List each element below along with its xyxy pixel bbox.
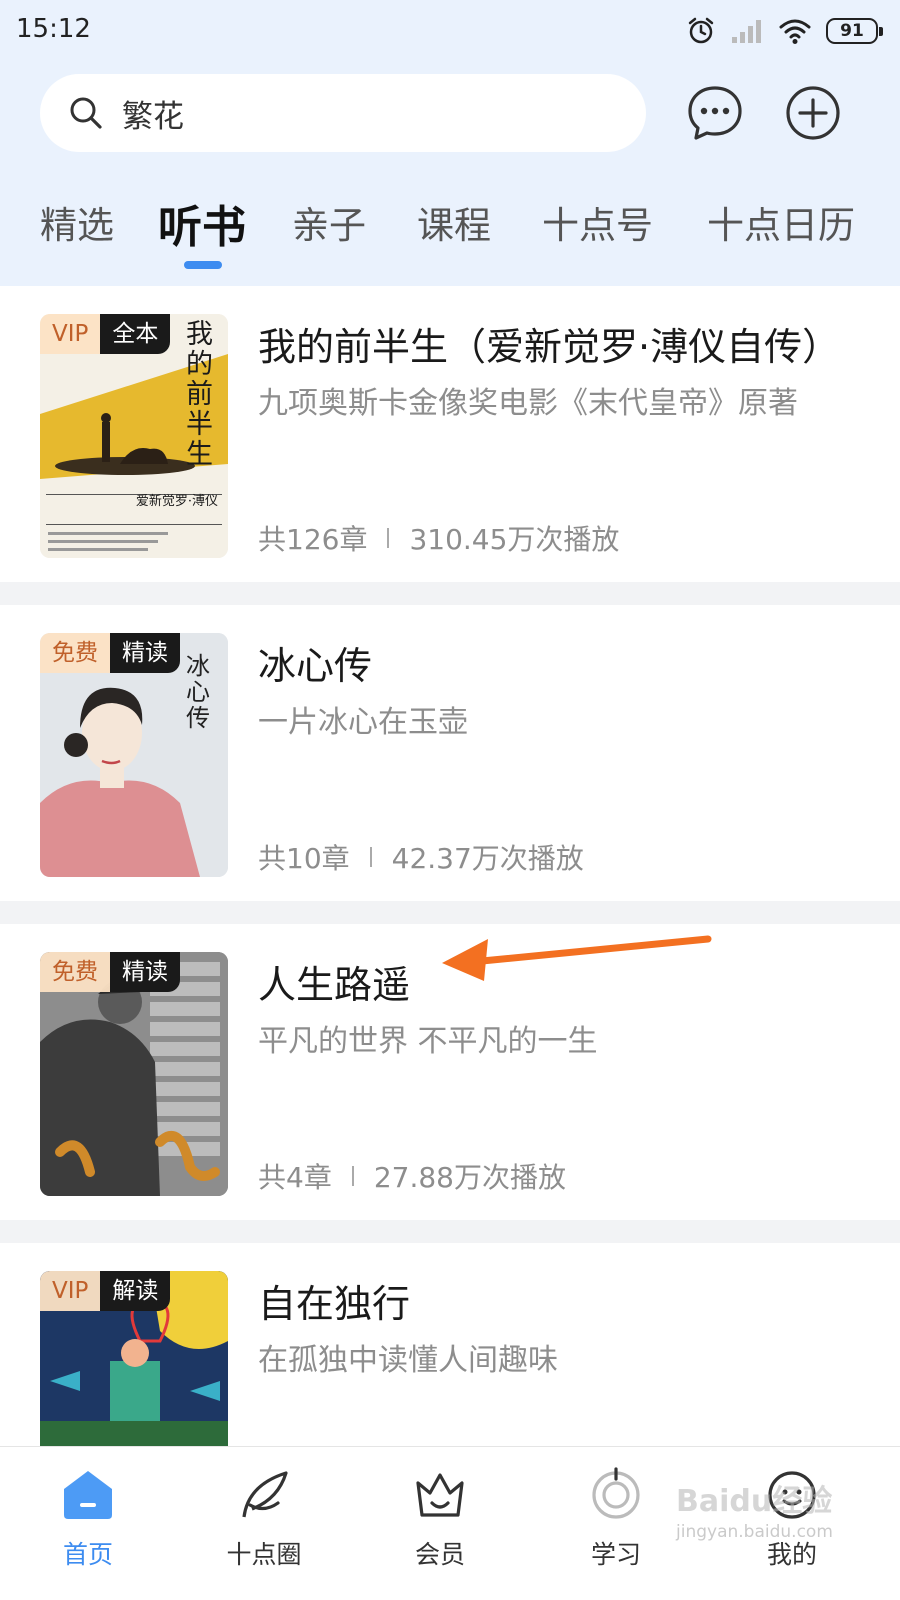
book-title: 自在独行 (258, 1282, 411, 1326)
book-cover: 免费 精读 (40, 952, 228, 1196)
nav-member[interactable]: 会员 (380, 1465, 500, 1571)
badge-free: 免费 (40, 952, 110, 992)
chapter-count: 共10章 (258, 842, 350, 875)
book-card[interactable]: VIP 解读 自在独行 在孤独中读懂人间趣味 (0, 1243, 900, 1453)
chapter-count: 共4章 (258, 1161, 332, 1194)
nav-home-label: 首页 (62, 1540, 113, 1569)
alarm-icon (688, 17, 714, 44)
tab-jingxuan[interactable]: 精选 (40, 195, 114, 249)
nav-study[interactable]: 学习 (556, 1465, 676, 1571)
book-title: 我的前半生（爱新觉罗·溥仪自传） (258, 325, 841, 369)
book-title: 人生路遥 (258, 963, 411, 1007)
book-card[interactable]: 我的前半生 爱新觉罗·溥仪 VIP 全本 我的前半生（爱新觉罗·溥仪自传） 九项… (0, 286, 900, 582)
chapter-count: 共126章 (258, 523, 368, 556)
book-subtitle: 在孤独中读懂人间趣味 (258, 1343, 558, 1378)
meta-divider (351, 1166, 354, 1186)
message-icon[interactable] (686, 84, 744, 142)
tab-shidianrili[interactable]: 十点日历 (707, 195, 855, 249)
badge-type: 精读 (110, 952, 180, 992)
home-icon (64, 1471, 112, 1519)
battery-indicator: 91 (826, 18, 883, 44)
badge-vip: VIP (40, 314, 101, 354)
meta-divider (369, 847, 372, 867)
book-meta: 共10章 42.37万次播放 (258, 837, 584, 877)
search-query: 繁花 (122, 98, 184, 135)
crown-icon (416, 1473, 464, 1517)
search-icon (70, 97, 102, 129)
cover-badges: VIP 解读 (40, 1271, 171, 1311)
wifi-icon (779, 19, 811, 44)
nav-circle-label: 十点圈 (226, 1540, 302, 1569)
annotation-arrow-icon (442, 935, 712, 981)
cover-title: 冰心传 (186, 652, 210, 732)
tab-kecheng[interactable]: 课程 (417, 195, 491, 249)
badge-type: 全本 (100, 314, 171, 354)
cover-title: 我的前半生 (186, 319, 213, 470)
badge-type: 解读 (100, 1271, 171, 1311)
badge-type: 精读 (110, 633, 180, 673)
watermark: Baidu经验 (676, 1484, 833, 1519)
book-meta: 共4章 27.88万次播放 (258, 1156, 566, 1196)
nav-study-label: 学习 (590, 1540, 641, 1569)
book-card[interactable]: 冰心传 免费 精读 冰心传 一片冰心在玉壶 共10章 42.37万次播放 (0, 605, 900, 901)
tab-qinzi[interactable]: 亲子 (292, 195, 366, 249)
book-cover: 我的前半生 爱新觉罗·溥仪 VIP 全本 (40, 314, 228, 558)
signal-icon (732, 20, 761, 43)
nav-circle[interactable]: 十点圈 (204, 1465, 324, 1571)
cover-badges: VIP 全本 (40, 314, 171, 354)
study-icon (592, 1467, 640, 1519)
status-icons: 91 (686, 14, 883, 48)
feather-icon (242, 1471, 288, 1518)
badge-vip: VIP (40, 1271, 101, 1311)
play-count: 310.45万次播放 (409, 523, 620, 556)
cover-author: 爱新觉罗·溥仪 (135, 494, 218, 509)
meta-divider (387, 528, 390, 548)
book-subtitle: 一片冰心在玉壶 (258, 705, 468, 740)
badge-free: 免费 (40, 633, 110, 673)
status-bar: 15:12 91 (0, 0, 900, 62)
nav-member-label: 会员 (414, 1540, 465, 1569)
book-subtitle: 平凡的世界 不平凡的一生 (258, 1024, 598, 1059)
cover-badges: 免费 精读 (40, 633, 180, 673)
status-time: 15:12 (16, 14, 91, 44)
tab-shidianhao[interactable]: 十点号 (542, 195, 653, 249)
search-input[interactable]: 繁花 (40, 74, 646, 152)
play-count: 27.88万次播放 (373, 1161, 566, 1194)
tab-tingshu[interactable]: 听书 (158, 191, 246, 255)
book-title: 冰心传 (258, 644, 373, 688)
book-meta: 共126章 310.45万次播放 (258, 518, 619, 558)
play-count: 42.37万次播放 (391, 842, 584, 875)
book-cover: 冰心传 免费 精读 (40, 633, 228, 877)
book-cover: VIP 解读 (40, 1271, 228, 1453)
book-subtitle: 九项奥斯卡金像奖电影《末代皇帝》原著 (258, 386, 798, 421)
active-tab-indicator (184, 261, 222, 269)
category-tabs: 精选 听书 亲子 课程 十点号 十点日历 (0, 195, 900, 269)
cover-badges: 免费 精读 (40, 952, 180, 992)
nav-home[interactable]: 首页 (28, 1465, 148, 1571)
watermark-url: jingyan.baidu.com (676, 1522, 833, 1542)
add-icon[interactable] (784, 84, 842, 142)
